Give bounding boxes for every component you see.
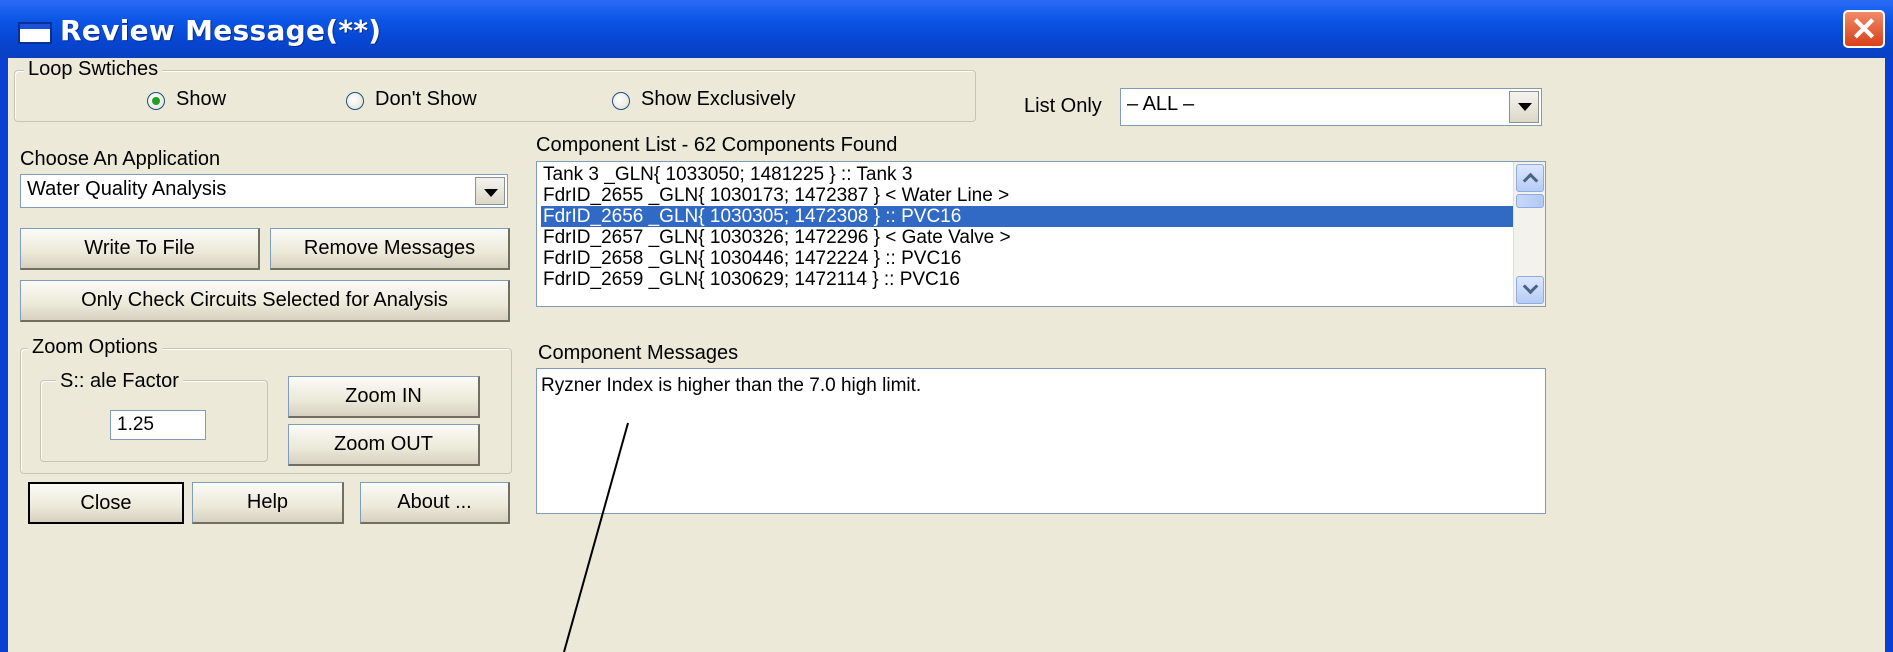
annotation-line <box>563 422 629 652</box>
